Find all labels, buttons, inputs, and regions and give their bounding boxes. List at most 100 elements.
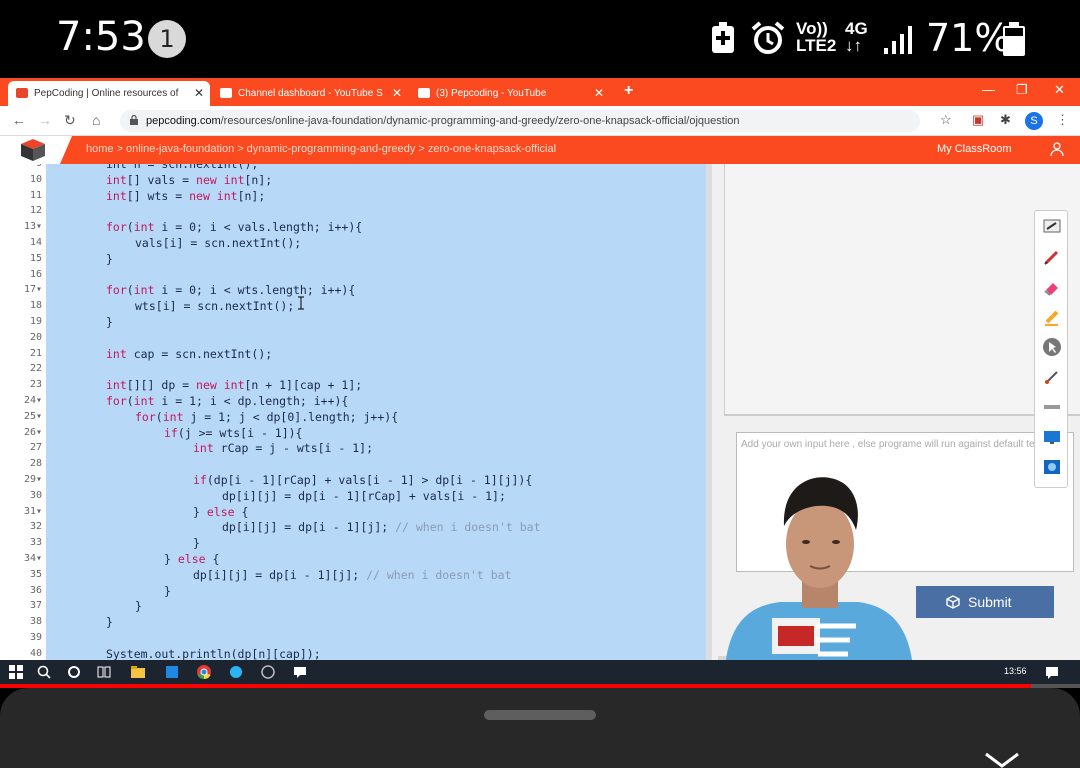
line-icon[interactable] — [1042, 397, 1062, 417]
presenter-webcam — [718, 477, 914, 684]
minimize-icon[interactable]: — — [982, 82, 995, 97]
clock-app-icon[interactable] — [260, 664, 276, 680]
line-number: 17▾ — [23, 284, 42, 296]
line-number: 9 — [0, 164, 42, 172]
browser-tab-strip: PepCoding | Online resources of ✕ Channe… — [0, 78, 1080, 106]
close-icon[interactable]: ✕ — [594, 86, 604, 100]
browser-icon[interactable] — [228, 664, 244, 680]
tab-pepcoding-youtube[interactable]: (3) Pepcoding - YouTube ✕ — [410, 81, 610, 106]
line-number: 30 — [29, 489, 42, 501]
code-token: (j >= wts[i - 1]){ — [177, 425, 303, 440]
browser-toolbar: ← → ↻ ⌂ pepcoding.com/resources/online-j… — [0, 106, 1080, 136]
bookmark-star-icon[interactable]: ☆ — [940, 112, 952, 128]
code-token: [][] dp = — [126, 378, 197, 393]
code-text: int cap = scn.nextInt(); — [106, 346, 272, 362]
submit-button[interactable]: Submit — [916, 586, 1054, 618]
code-token: } — [193, 536, 200, 551]
line-number: 20 — [29, 331, 42, 343]
signal-icon — [884, 26, 912, 54]
code-line: 20 — [0, 330, 706, 346]
comment-token: // when i doesn't bat — [366, 567, 512, 582]
extension-icon[interactable]: ▣ — [972, 112, 984, 128]
code-token: ( — [126, 283, 134, 298]
task-view-icon[interactable] — [96, 664, 112, 680]
new-tab-icon[interactable]: + — [624, 82, 633, 100]
breadcrumb-home[interactable]: home — [86, 143, 114, 155]
code-text: } — [164, 583, 171, 599]
code-token: [n]; — [244, 172, 273, 187]
breadcrumb-topic[interactable]: dynamic-programming-and-greedy — [247, 143, 416, 155]
line-number: 26▾ — [23, 426, 42, 438]
code-line: 28 — [0, 456, 706, 472]
code-token: } — [106, 315, 113, 329]
whiteboard-icon[interactable] — [1042, 217, 1062, 237]
tab-pepcoding[interactable]: PepCoding | Online resources of ✕ — [8, 81, 210, 106]
window-close-icon[interactable]: ✕ — [1054, 82, 1065, 98]
screen-icon[interactable] — [1042, 427, 1062, 447]
home-icon[interactable]: ⌂ — [92, 112, 100, 128]
reload-icon[interactable]: ↻ — [64, 112, 76, 129]
cortana-icon[interactable] — [66, 664, 82, 680]
close-icon[interactable]: ✕ — [194, 86, 204, 100]
code-text: } — [193, 535, 200, 551]
search-icon[interactable] — [36, 664, 52, 680]
menu-dots-icon[interactable]: ⋮ — [1056, 112, 1069, 128]
output-area — [724, 164, 1080, 416]
battery-percent: 71% — [926, 16, 1011, 60]
code-token: rCap = j - wts[i - 1]; — [213, 441, 374, 456]
line-number: 22 — [29, 363, 42, 375]
code-token: (dp[i - 1][rCap] + vals[i - 1] > dp[i - … — [206, 473, 533, 487]
address-bar[interactable]: pepcoding.com/resources/online-java-foun… — [120, 110, 920, 132]
bottom-sheet — [0, 688, 1080, 768]
breadcrumb-course[interactable]: online-java-foundation — [126, 143, 234, 155]
tab-channel-dashboard[interactable]: Channel dashboard - YouTube S ✕ — [212, 81, 408, 106]
maximize-icon[interactable]: ❐ — [1016, 82, 1028, 98]
code-token: } — [106, 251, 113, 266]
line-number: 36 — [29, 584, 42, 596]
extensions-puzzle-icon[interactable]: ✱ — [1000, 112, 1011, 128]
breadcrumb-problem[interactable]: zero-one-knapsack-official — [428, 143, 556, 155]
code-token: dp[i][j] = dp[i - 1][rCap] + vals[i - 1]… — [222, 488, 506, 503]
code-token: i = 0; i < wts.length; i++){ — [154, 283, 356, 298]
pen-icon[interactable] — [1042, 247, 1062, 267]
close-icon[interactable]: ✕ — [392, 86, 402, 100]
pointer-icon[interactable] — [1042, 337, 1062, 357]
code-line: 33} — [0, 535, 706, 551]
keyword-token: for — [135, 409, 156, 424]
highlighter-icon[interactable] — [1042, 307, 1062, 327]
video-player[interactable]: PepCoding | Online resources of ✕ Channe… — [0, 78, 1080, 684]
battery-icon — [1003, 22, 1025, 56]
line-number: 38 — [29, 616, 42, 628]
code-editor[interactable]: › 9int n = scn.nextInt();10int[] vals = … — [0, 164, 706, 662]
my-classroom-link[interactable]: My ClassRoom — [937, 143, 1012, 155]
forward-icon[interactable]: → — [38, 112, 52, 128]
code-token: ( — [126, 394, 134, 408]
app-icon[interactable] — [164, 664, 180, 680]
url-path: /resources/online-java-foundation/dynami… — [220, 115, 740, 127]
file-explorer-icon[interactable] — [130, 664, 146, 680]
user-icon[interactable] — [1050, 142, 1064, 156]
code-text: } — [106, 614, 113, 630]
notifications-icon[interactable] — [1044, 664, 1060, 680]
keyword-token: int — [106, 188, 127, 203]
code-text: } else { — [164, 551, 219, 567]
brush-icon[interactable] — [1042, 367, 1062, 387]
line-number: 23 — [29, 379, 42, 391]
code-token: cap = scn.nextInt(); — [126, 346, 273, 361]
code-text: } — [106, 314, 113, 330]
chrome-icon[interactable] — [196, 664, 212, 680]
code-line: 29▾ if(dp[i - 1][rCap] + vals[i - 1] > dp… — [0, 472, 706, 488]
code-token: } — [164, 552, 178, 566]
keyword-token: int — [133, 220, 155, 235]
drag-handle[interactable] — [484, 710, 596, 720]
pepcoding-logo-icon[interactable] — [20, 138, 46, 162]
chevron-down-icon[interactable] — [982, 750, 1022, 768]
profile-avatar[interactable]: S — [1025, 112, 1043, 130]
eraser-icon[interactable] — [1042, 277, 1062, 297]
windows-start-icon[interactable] — [8, 664, 24, 680]
code-token: dp[i][j] = dp[i - 1][j]; — [193, 567, 367, 582]
back-icon[interactable]: ← — [12, 112, 26, 128]
screenshot-icon[interactable] — [1042, 457, 1062, 477]
chat-icon[interactable] — [292, 664, 308, 680]
line-number: 10 — [29, 173, 42, 185]
